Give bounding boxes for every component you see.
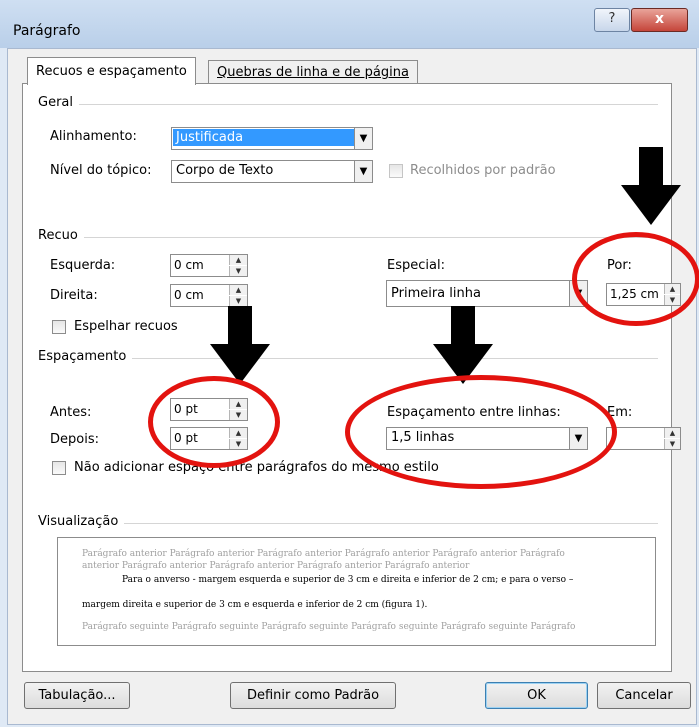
preview-body-line: margem direita e superior de 3 cm e esqu… [82, 600, 428, 610]
preview-next-line: Parágrafo seguinte Parágrafo seguinte Pa… [82, 622, 576, 632]
preview-previous-line: Parágrafo anterior Parágrafo anterior Pa… [82, 549, 565, 559]
chevron-down-icon[interactable]: ▼ [354, 161, 372, 182]
highlight-ellipse [148, 376, 280, 468]
ok-button[interactable]: OK [485, 682, 588, 709]
collapsed-checkbox[interactable] [389, 164, 403, 178]
set-as-default-button[interactable]: Definir como Padrão [230, 682, 396, 709]
special-select[interactable]: Primeira linha ▼ [386, 280, 588, 307]
right-indent-value: 0 cm [174, 288, 204, 302]
alignment-value: Justificada [173, 129, 354, 146]
mirror-indents-label: Espelhar recuos [74, 319, 178, 334]
preview-body-line: Para o anverso - margem esquerda e super… [122, 575, 574, 585]
cancel-button[interactable]: Cancelar [597, 682, 691, 709]
arrow-down-icon [621, 147, 681, 225]
collapsed-label: Recolhidos por padrão [410, 163, 556, 178]
group-spacing: Espaçamento [38, 349, 133, 364]
paragraph-preview: Parágrafo anterior Parágrafo anterior Pa… [57, 537, 656, 646]
tabs-button[interactable]: Tabulação... [24, 682, 130, 709]
spin-down-icon[interactable]: ▼ [229, 266, 247, 276]
tab-label: Recuos e espaçamento [36, 64, 187, 79]
highlight-ellipse [345, 375, 617, 489]
space-before-label: Antes: [50, 405, 92, 420]
highlight-ellipse [572, 232, 699, 326]
left-indent-label: Esquerda: [50, 258, 116, 273]
special-label: Especial: [387, 258, 445, 273]
spin-down-icon[interactable]: ▼ [229, 296, 247, 306]
space-after-label: Depois: [50, 432, 99, 447]
help-button[interactable]: ? [594, 8, 630, 32]
mirror-indents-checkbox[interactable] [52, 320, 66, 334]
spin-up-icon[interactable]: ▲ [229, 285, 247, 295]
no-space-same-style-checkbox[interactable] [52, 461, 66, 475]
title-bar: Parágrafo ? x [0, 0, 699, 48]
spin-up-icon[interactable]: ▲ [664, 428, 680, 438]
preview-previous-line: anterior Parágrafo anterior Parágrafo an… [82, 561, 470, 571]
at-spinner[interactable]: ▲ ▼ [606, 427, 681, 450]
alignment-label: Alinhamento: [50, 129, 137, 144]
arrow-down-icon [433, 306, 493, 384]
tab-line-page-breaks[interactable]: Quebras de linha e de página [208, 60, 418, 84]
left-indent-spinner[interactable]: 0 cm ▲ ▼ [170, 254, 248, 277]
outline-level-value: Corpo de Texto [176, 163, 274, 178]
left-indent-value: 0 cm [174, 258, 204, 272]
right-indent-spinner[interactable]: 0 cm ▲ ▼ [170, 284, 248, 307]
group-general: Geral [38, 95, 79, 110]
spin-down-icon[interactable]: ▼ [664, 439, 680, 449]
special-value: Primeira linha [391, 286, 481, 301]
right-indent-label: Direita: [50, 288, 98, 303]
group-indent: Recuo [38, 228, 84, 243]
outline-level-label: Nível do tópico: [50, 163, 152, 178]
arrow-down-icon [210, 306, 270, 384]
outline-level-select[interactable]: Corpo de Texto ▼ [171, 160, 373, 183]
divider [38, 237, 658, 238]
alignment-select[interactable]: Justificada ▼ [171, 127, 373, 150]
tab-indent-spacing[interactable]: Recuos e espaçamento [27, 57, 196, 85]
group-preview: Visualização [38, 514, 125, 529]
divider [38, 104, 658, 105]
close-button[interactable]: x [631, 8, 688, 32]
spin-up-icon[interactable]: ▲ [229, 255, 247, 265]
window-title: Parágrafo [13, 23, 81, 39]
tab-label: Quebras de linha e de página [217, 65, 409, 80]
divider [38, 523, 658, 524]
chevron-down-icon[interactable]: ▼ [354, 128, 372, 149]
